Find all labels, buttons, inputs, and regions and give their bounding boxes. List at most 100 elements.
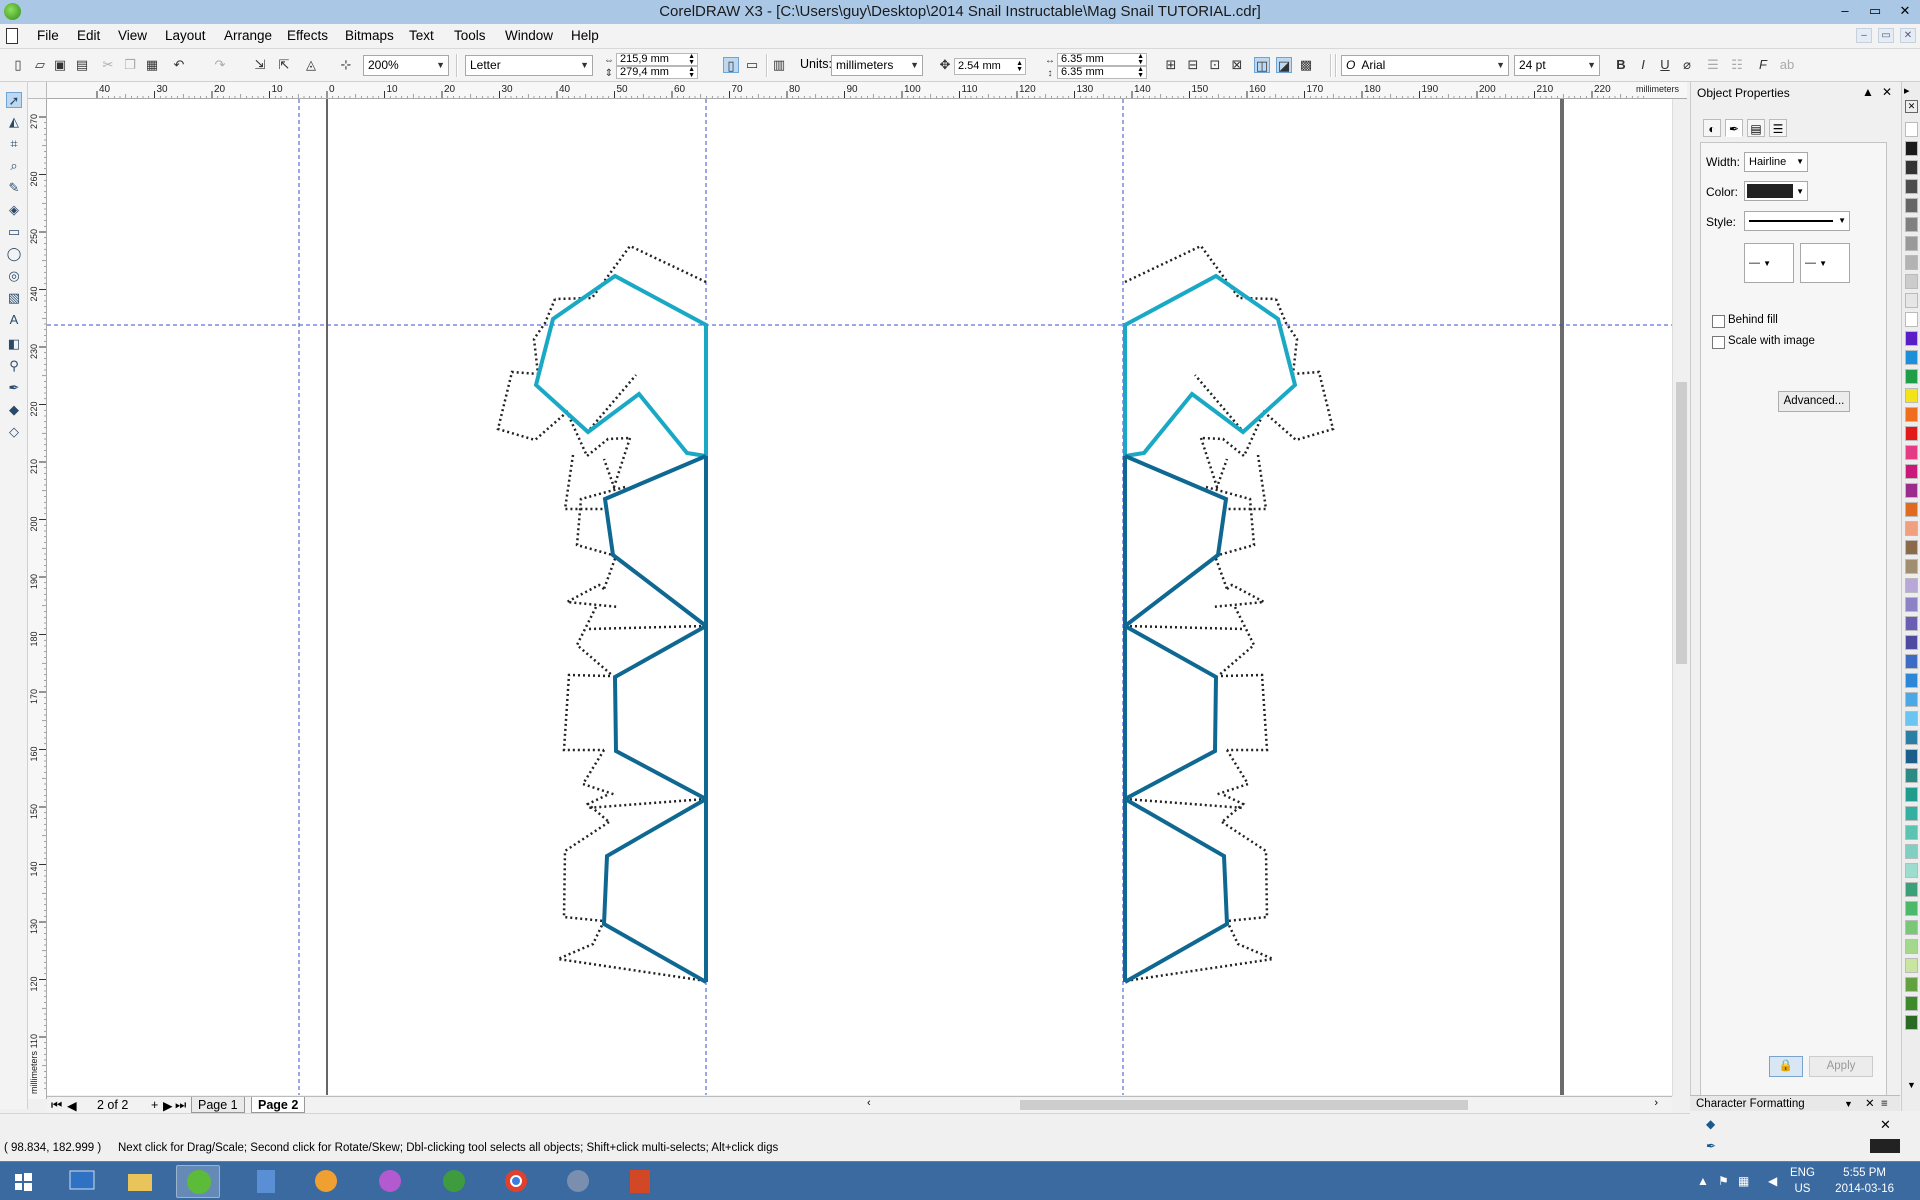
picasa-icon[interactable] xyxy=(368,1165,412,1198)
palette-swatch[interactable] xyxy=(1905,673,1918,688)
palette-swatch[interactable] xyxy=(1905,407,1918,422)
application-launcher-icon[interactable]: ◬ xyxy=(303,57,319,73)
polygon-tool-icon[interactable]: ◎ xyxy=(6,268,22,284)
outline-color-indicator[interactable] xyxy=(1870,1139,1900,1153)
menu-text[interactable]: Text xyxy=(409,28,434,43)
landscape-icon[interactable]: ▭ xyxy=(744,57,760,73)
scroll-left-icon[interactable]: ‹ xyxy=(867,1097,871,1109)
all-pages-icon[interactable]: ▥ xyxy=(771,57,787,73)
outline-tab-icon[interactable]: ✒ xyxy=(1725,119,1743,137)
scroll-right-icon[interactable]: › xyxy=(1654,1097,1658,1109)
minimize-button[interactable]: – xyxy=(1830,0,1860,24)
palette-swatch[interactable] xyxy=(1905,806,1918,821)
spin-buttons[interactable]: ▲ ▼ xyxy=(1016,60,1023,73)
palette-swatch[interactable] xyxy=(1905,274,1918,289)
close-docker-icon[interactable]: ✕ xyxy=(1865,1096,1875,1112)
palette-swatch[interactable] xyxy=(1905,882,1918,897)
desktop-icon[interactable] xyxy=(60,1165,104,1198)
format-text-icon[interactable]: F xyxy=(1755,57,1771,73)
palette-swatch[interactable] xyxy=(1905,977,1918,992)
paper-width-field[interactable]: 215,9 mm ▲ ▼ xyxy=(616,53,698,66)
redo-icon[interactable]: ↷ xyxy=(212,57,228,73)
open-icon[interactable]: ▱ xyxy=(32,57,48,73)
palette-swatch[interactable] xyxy=(1905,844,1918,859)
windows-start-icon[interactable] xyxy=(4,1165,42,1198)
summary-tab-icon[interactable]: ☰ xyxy=(1769,119,1787,137)
document-icon[interactable] xyxy=(6,28,18,44)
palette-swatch[interactable] xyxy=(1905,749,1918,764)
menu-help[interactable]: Help xyxy=(571,28,599,43)
eyedropper-tool-icon[interactable]: ⚲ xyxy=(6,358,22,374)
volume-icon[interactable]: ◀ xyxy=(1768,1174,1777,1188)
general-tab-icon[interactable]: ▤ xyxy=(1747,119,1765,137)
no-color-swatch[interactable]: ✕ xyxy=(1905,100,1918,113)
media-player-icon[interactable] xyxy=(304,1165,348,1198)
palette-swatch[interactable] xyxy=(1905,901,1918,916)
palette-swatch[interactable] xyxy=(1905,635,1918,650)
behind-fill-checkbox[interactable] xyxy=(1712,315,1725,328)
palette-swatch[interactable] xyxy=(1905,160,1918,175)
palette-swatch[interactable] xyxy=(1905,293,1918,308)
end-arrow-select[interactable]: — ▼ xyxy=(1800,243,1850,283)
advanced-button[interactable]: Advanced... xyxy=(1778,391,1850,412)
palette-swatch[interactable] xyxy=(1905,958,1918,973)
font-list-select[interactable]: O Arial ▼ xyxy=(1341,55,1509,76)
portrait-icon[interactable]: ▯ xyxy=(723,57,739,73)
powerpoint-icon[interactable] xyxy=(618,1165,662,1198)
export-icon[interactable]: ⇱ xyxy=(276,57,292,73)
taskbar-clock[interactable]: 5:55 PM 2014-03-16 xyxy=(1835,1165,1894,1197)
palette-swatch[interactable] xyxy=(1905,369,1918,384)
outline-color-select[interactable]: ▼ xyxy=(1744,181,1808,201)
spin-buttons[interactable]: ▲ ▼ xyxy=(1137,66,1144,79)
action-center-icon[interactable]: ⚑ xyxy=(1718,1174,1729,1188)
menu-edit[interactable]: Edit xyxy=(77,28,100,43)
palette-swatch[interactable] xyxy=(1905,217,1918,232)
docker-grip-icon[interactable]: ≡ xyxy=(1881,1096,1888,1112)
snail-template-right[interactable] xyxy=(1123,244,1335,984)
palette-swatch[interactable] xyxy=(1905,122,1918,137)
next-page-icon[interactable]: ▶ xyxy=(163,1098,173,1113)
palette-swatch[interactable] xyxy=(1905,464,1918,479)
palette-swatch[interactable] xyxy=(1905,920,1918,935)
close-docker-icon[interactable]: ✕ xyxy=(1882,85,1892,99)
palette-swatch[interactable] xyxy=(1905,711,1918,726)
palette-swatch[interactable] xyxy=(1905,198,1918,213)
character-formatting-docker[interactable]: Character Formatting ▼ ✕ ≡ xyxy=(1690,1095,1900,1111)
spin-buttons[interactable]: ▲ ▼ xyxy=(1137,53,1144,66)
italic-icon[interactable]: I xyxy=(1635,57,1651,73)
ruler-origin[interactable] xyxy=(28,82,47,99)
horizontal-scroll-thumb[interactable] xyxy=(1020,1100,1468,1110)
palette-swatch[interactable] xyxy=(1905,768,1918,783)
welcome-screen-icon[interactable]: ⊹ xyxy=(338,57,354,73)
font-size-select[interactable]: 24 pt ▼ xyxy=(1514,55,1600,76)
palette-swatch[interactable] xyxy=(1905,426,1918,441)
transform-icon[interactable]: ▩ xyxy=(1298,57,1314,73)
palette-swatch[interactable] xyxy=(1905,692,1918,707)
file-explorer-icon[interactable] xyxy=(118,1165,162,1198)
no-fill-icon[interactable]: ✕ xyxy=(1880,1117,1891,1133)
apply-button[interactable]: Apply xyxy=(1809,1056,1873,1077)
palette-swatch[interactable] xyxy=(1905,236,1918,251)
chevron-down-icon[interactable]: ▼ xyxy=(1844,1096,1853,1112)
coreldraw-taskbar-icon[interactable] xyxy=(176,1165,220,1198)
palette-swatch[interactable] xyxy=(1905,730,1918,745)
palette-swatch[interactable] xyxy=(1905,255,1918,270)
paper-type-select[interactable]: Letter ▼ xyxy=(465,55,593,76)
shape-tool-icon[interactable]: ◭ xyxy=(6,114,22,130)
drop-cap-icon[interactable]: ☷ xyxy=(1729,57,1745,73)
menu-tools[interactable]: Tools xyxy=(454,28,486,43)
rectangle-tool-icon[interactable]: ▭ xyxy=(6,224,22,240)
units-select[interactable]: millimeters ▼ xyxy=(831,55,923,76)
add-page-icon[interactable]: + xyxy=(151,1098,158,1112)
fill-tool-icon[interactable]: ◆ xyxy=(6,402,22,418)
undo-icon[interactable]: ↶ xyxy=(171,57,187,73)
underline-icon[interactable]: U xyxy=(1657,57,1673,73)
bold-icon[interactable]: B xyxy=(1613,57,1629,73)
crop-tool-icon[interactable]: ⌗ xyxy=(6,136,22,152)
ellipse-tool-icon[interactable]: ◯ xyxy=(6,246,22,262)
paper-height-field[interactable]: 279,4 mm ▲ ▼ xyxy=(616,66,698,79)
palette-swatch[interactable] xyxy=(1905,559,1918,574)
horizontal-ruler[interactable]: 40 30 20 10 0 10 20 30 40 50 60 70 80 90 100 110 120 130 1… xyxy=(47,82,1687,99)
paste-icon[interactable]: ▦ xyxy=(144,57,160,73)
horizontal-scrollbar[interactable]: ‹ › xyxy=(865,1097,1660,1112)
